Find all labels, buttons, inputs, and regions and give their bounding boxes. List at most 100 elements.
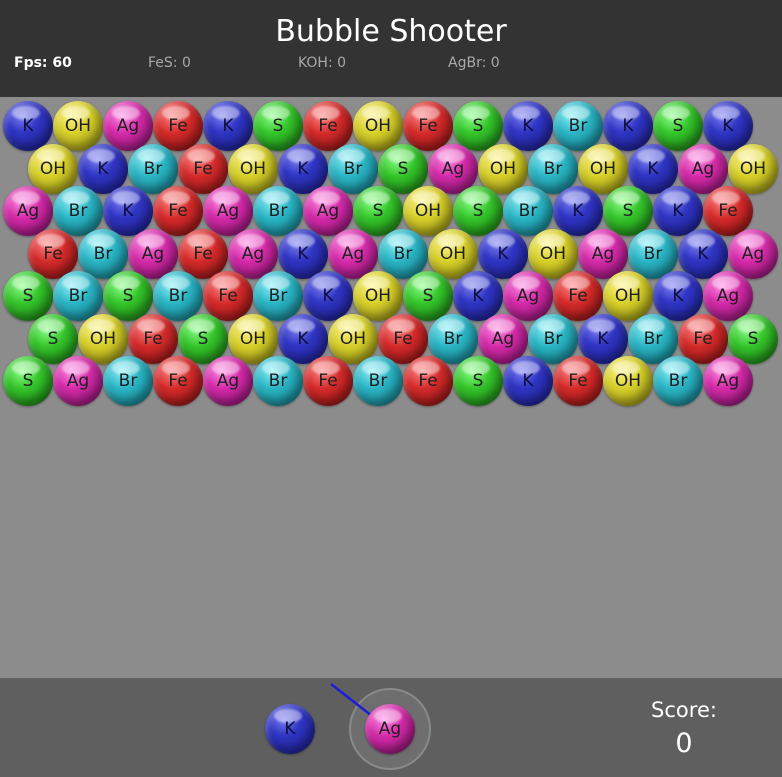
grid-bubble-label: Br [268,201,288,221]
grid-bubble-label: Br [668,371,688,391]
grid-bubble-fe: Fe [403,356,453,406]
grid-bubble-label: K [297,328,309,349]
grid-bubble-label: K [597,328,609,349]
grid-bubble-k: K [453,271,503,321]
grid-bubble-k: K [503,101,553,151]
grid-bubble-label: Ag [216,371,240,391]
grid-bubble-label: S [372,201,384,221]
grid-bubble-label: S [197,328,209,349]
grid-bubble-label: OH [364,116,392,136]
grid-bubble-fe: Fe [153,186,203,236]
grid-bubble-label: Br [268,371,288,391]
grid-bubble-ag: Ag [103,101,153,151]
grid-bubble-label: Br [343,158,363,179]
grid-bubble-label: OH [64,116,92,136]
grid-bubble-br: Br [103,356,153,406]
grid-bubble-label: K [647,158,659,179]
grid-bubble-ag: Ag [503,271,553,321]
grid-bubble-label: Fe [393,328,413,349]
grid-bubble-label: Ag [441,158,465,179]
grid-bubble-label: OH [614,286,642,306]
grid-bubble-label: Br [118,371,138,391]
grid-bubble-s: S [603,186,653,236]
grid-bubble-br: Br [553,101,603,151]
grid-bubble-label: Br [143,158,163,179]
grid-bubble-label: S [397,158,409,179]
grid-bubble-fe: Fe [303,356,353,406]
score-label: Score: [651,698,717,722]
grid-bubble-label: OH [89,328,117,349]
grid-bubble-label: K [97,158,109,179]
grid-bubble-label: Ag [741,243,765,264]
grid-bubble-k: K [603,101,653,151]
grid-bubble-br: Br [53,186,103,236]
grid-bubble-br: Br [53,271,103,321]
grid-bubble-oh: OH [53,101,103,151]
grid-bubble-br: Br [153,271,203,321]
grid-bubble-s: S [253,101,303,151]
grid-bubble-label: Ag [516,286,540,306]
grid-bubble-label: OH [414,201,442,221]
grid-bubble-label: OH [739,158,767,179]
grid-bubble-label: S [22,371,34,391]
grid-bubble-label: Ag [591,243,615,264]
grid-bubble-s: S [3,356,53,406]
grid-bubble-label: Ag [716,286,740,306]
grid-bubble-label: Fe [568,286,588,306]
grid-bubble-label: Br [643,243,663,264]
score-value: 0 [675,728,693,759]
grid-bubble-label: Ag [341,243,365,264]
grid-bubble-s: S [653,101,703,151]
grid-bubble-label: Ag [66,371,90,391]
grid-bubble-label: Ag [716,371,740,391]
grid-bubble-k: K [653,271,703,321]
grid-bubble-label: Br [168,286,188,306]
grid-bubble-label: OH [239,158,267,179]
grid-bubble-label: Fe [143,328,163,349]
current-bubble-label: Ag [378,719,402,739]
grid-bubble-label: OH [489,158,517,179]
grid-bubble-label: K [672,286,684,306]
grid-bubble-oh: OH [353,101,403,151]
grid-bubble-label: K [222,116,234,136]
grid-bubble-label: Fe [168,201,188,221]
grid-bubble-fe: Fe [703,186,753,236]
grid-bubble-label: Fe [218,286,238,306]
grid-bubble-ag: Ag [303,186,353,236]
grid-bubble-oh: OH [603,356,653,406]
next-bubble[interactable]: K [265,704,315,754]
grid-bubble-label: Fe [193,158,213,179]
grid-bubble-label: Fe [418,116,438,136]
grid-bubble-label: K [472,286,484,306]
grid-bubble-label: Br [268,286,288,306]
grid-bubble-label: Ag [691,158,715,179]
grid-bubble-label: K [572,201,584,221]
grid-bubble-label: K [497,243,509,264]
grid-bubble-br: Br [253,356,303,406]
grid-bubble-label: Ag [316,201,340,221]
grid-bubble-k: K [3,101,53,151]
grid-bubble-label: Fe [318,116,338,136]
game-board[interactable]: K OH Ag Fe K S Fe OH Fe S K Br K S K OH K Br Fe OH K Br S Ag OH B… [0,97,782,678]
grid-bubble-s: S [3,271,53,321]
grid-bubble-label: OH [339,328,367,349]
grid-bubble-s: S [403,271,453,321]
current-bubble[interactable]: Ag [365,704,415,754]
grid-bubble-s: S [453,356,503,406]
grid-bubble-label: Br [68,286,88,306]
grid-bubble-k: K [553,186,603,236]
grid-bubble-br: Br [503,186,553,236]
grid-bubble-ag: Ag [3,186,53,236]
grid-bubble-s: S [353,186,403,236]
grid-bubble-label: S [472,201,484,221]
grid-bubble-fe: Fe [153,356,203,406]
grid-bubble-br: Br [353,356,403,406]
grid-bubble-label: S [122,286,134,306]
grid-bubble-s: S [453,186,503,236]
grid-bubble-label: Fe [193,243,213,264]
grid-bubble-label: S [672,116,684,136]
grid-bubble-label: Fe [418,371,438,391]
grid-bubble-label: K [697,243,709,264]
grid-bubble-label: K [122,201,134,221]
grid-bubble-k: K [103,186,153,236]
